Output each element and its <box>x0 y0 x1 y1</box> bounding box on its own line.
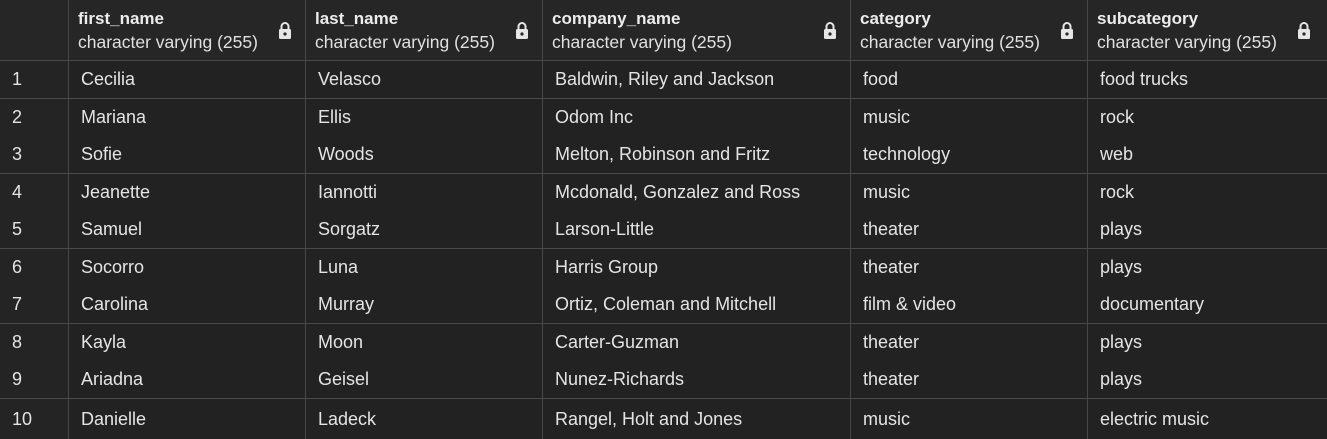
column-name: category <box>860 9 931 28</box>
row-number[interactable]: 6 <box>0 249 69 286</box>
cell-last-name[interactable]: Iannotti <box>306 174 543 211</box>
cell-first-name[interactable]: Ariadna <box>69 361 306 398</box>
column-type: character varying (255) <box>315 32 495 52</box>
cell-company-name[interactable]: Baldwin, Riley and Jackson <box>543 61 851 98</box>
column-header-subcategory[interactable]: subcategory character varying (255) <box>1088 0 1327 60</box>
cell-subcategory[interactable]: plays <box>1088 211 1327 248</box>
cell-category[interactable]: music <box>851 174 1088 211</box>
table-row[interactable]: 10 Danielle Ladeck Rangel, Holt and Jone… <box>0 399 1327 439</box>
table-row[interactable]: 1 Cecilia Velasco Baldwin, Riley and Jac… <box>0 61 1327 99</box>
column-type: character varying (255) <box>860 32 1040 52</box>
table-row[interactable]: 5 Samuel Sorgatz Larson-Little theater p… <box>0 211 1327 249</box>
cell-company-name[interactable]: Rangel, Holt and Jones <box>543 399 851 439</box>
cell-category[interactable]: music <box>851 99 1088 136</box>
table-row[interactable]: 7 Carolina Murray Ortiz, Coleman and Mit… <box>0 286 1327 324</box>
row-number[interactable]: 4 <box>0 174 69 211</box>
table-row[interactable]: 9 Ariadna Geisel Nunez-Richards theater … <box>0 361 1327 399</box>
cell-category[interactable]: theater <box>851 361 1088 398</box>
row-number[interactable]: 10 <box>0 399 69 439</box>
cell-subcategory[interactable]: rock <box>1088 174 1327 211</box>
cell-first-name[interactable]: Samuel <box>69 211 306 248</box>
cell-last-name[interactable]: Geisel <box>306 361 543 398</box>
cell-company-name[interactable]: Ortiz, Coleman and Mitchell <box>543 286 851 323</box>
row-number-header[interactable] <box>0 0 69 60</box>
cell-first-name[interactable]: Sofie <box>69 136 306 173</box>
cell-company-name[interactable]: Nunez-Richards <box>543 361 851 398</box>
cell-subcategory[interactable]: electric music <box>1088 399 1327 439</box>
column-name: company_name <box>552 9 681 28</box>
cell-subcategory[interactable]: documentary <box>1088 286 1327 323</box>
lock-icon <box>1061 22 1073 39</box>
column-header-last-name[interactable]: last_name character varying (255) <box>306 0 543 60</box>
cell-last-name[interactable]: Velasco <box>306 61 543 98</box>
row-number[interactable]: 2 <box>0 99 69 136</box>
cell-company-name[interactable]: Mcdonald, Gonzalez and Ross <box>543 174 851 211</box>
table-row[interactable]: 8 Kayla Moon Carter-Guzman theater plays <box>0 324 1327 361</box>
cell-company-name[interactable]: Melton, Robinson and Fritz <box>543 136 851 173</box>
query-result-grid: first_name character varying (255) last_… <box>0 0 1327 439</box>
row-number[interactable]: 5 <box>0 211 69 248</box>
lock-icon <box>279 22 291 39</box>
table-row[interactable]: 4 Jeanette Iannotti Mcdonald, Gonzalez a… <box>0 174 1327 211</box>
cell-category[interactable]: food <box>851 61 1088 98</box>
grid-header: first_name character varying (255) last_… <box>0 0 1327 61</box>
cell-first-name[interactable]: Socorro <box>69 249 306 286</box>
cell-company-name[interactable]: Harris Group <box>543 249 851 286</box>
cell-last-name[interactable]: Ellis <box>306 99 543 136</box>
cell-subcategory[interactable]: web <box>1088 136 1327 173</box>
cell-category[interactable]: music <box>851 399 1088 439</box>
cell-category[interactable]: film & video <box>851 286 1088 323</box>
cell-company-name[interactable]: Odom Inc <box>543 99 851 136</box>
row-number[interactable]: 1 <box>0 61 69 98</box>
cell-first-name[interactable]: Cecilia <box>69 61 306 98</box>
lock-icon <box>516 22 528 39</box>
row-number[interactable]: 9 <box>0 361 69 398</box>
cell-subcategory[interactable]: rock <box>1088 99 1327 136</box>
column-header-company-name[interactable]: company_name character varying (255) <box>543 0 851 60</box>
cell-category[interactable]: technology <box>851 136 1088 173</box>
cell-subcategory[interactable]: plays <box>1088 324 1327 361</box>
column-name: subcategory <box>1097 9 1199 28</box>
cell-first-name[interactable]: Carolina <box>69 286 306 323</box>
lock-icon <box>1298 22 1310 39</box>
cell-subcategory[interactable]: plays <box>1088 249 1327 286</box>
row-number[interactable]: 7 <box>0 286 69 323</box>
row-number[interactable]: 8 <box>0 324 69 361</box>
cell-last-name[interactable]: Luna <box>306 249 543 286</box>
cell-first-name[interactable]: Danielle <box>69 399 306 439</box>
cell-subcategory[interactable]: plays <box>1088 361 1327 398</box>
cell-last-name[interactable]: Woods <box>306 136 543 173</box>
cell-first-name[interactable]: Jeanette <box>69 174 306 211</box>
column-type: character varying (255) <box>1097 32 1277 52</box>
table-row[interactable]: 2 Mariana Ellis Odom Inc music rock <box>0 99 1327 136</box>
cell-company-name[interactable]: Larson-Little <box>543 211 851 248</box>
row-number[interactable]: 3 <box>0 136 69 173</box>
column-type: character varying (255) <box>552 32 732 52</box>
column-name: last_name <box>315 9 399 28</box>
cell-category[interactable]: theater <box>851 211 1088 248</box>
lock-icon <box>824 22 836 39</box>
cell-last-name[interactable]: Murray <box>306 286 543 323</box>
column-type: character varying (255) <box>78 32 258 52</box>
table-row[interactable]: 6 Socorro Luna Harris Group theater play… <box>0 249 1327 286</box>
cell-subcategory[interactable]: food trucks <box>1088 61 1327 98</box>
cell-first-name[interactable]: Mariana <box>69 99 306 136</box>
cell-last-name[interactable]: Sorgatz <box>306 211 543 248</box>
cell-first-name[interactable]: Kayla <box>69 324 306 361</box>
column-header-category[interactable]: category character varying (255) <box>851 0 1088 60</box>
table-row[interactable]: 3 Sofie Woods Melton, Robinson and Fritz… <box>0 136 1327 174</box>
cell-category[interactable]: theater <box>851 249 1088 286</box>
column-header-first-name[interactable]: first_name character varying (255) <box>69 0 306 60</box>
cell-last-name[interactable]: Moon <box>306 324 543 361</box>
cell-company-name[interactable]: Carter-Guzman <box>543 324 851 361</box>
cell-last-name[interactable]: Ladeck <box>306 399 543 439</box>
cell-category[interactable]: theater <box>851 324 1088 361</box>
column-name: first_name <box>78 9 164 28</box>
